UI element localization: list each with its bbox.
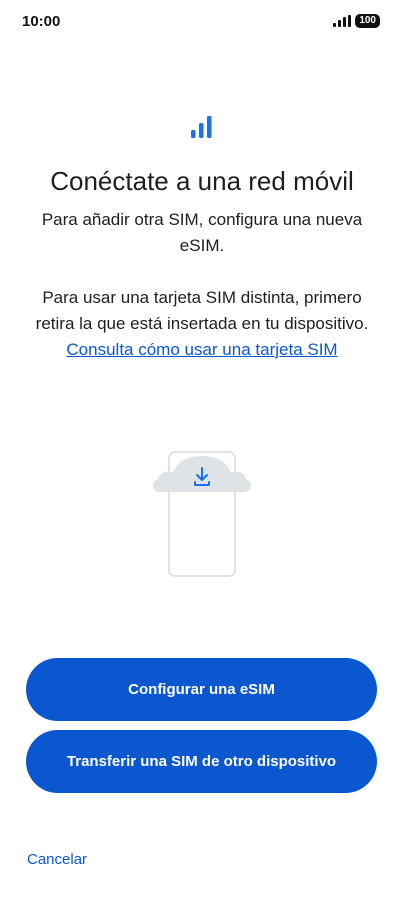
setup-esim-button[interactable]: Configurar una eSIM <box>26 658 377 721</box>
signal-bars-icon <box>191 116 212 138</box>
cloud-download-phone-icon <box>152 451 252 577</box>
sim-help-link[interactable]: Consulta cómo usar una tarjeta SIM <box>66 340 337 359</box>
status-bar: 10:00 100 <box>0 0 404 48</box>
sim-card-instructions: Para usar una tarjeta SIM distinta, prim… <box>35 288 369 333</box>
status-time: 10:00 <box>22 13 61 30</box>
battery-icon: 100 <box>355 14 380 28</box>
signal-icon <box>333 15 352 27</box>
transfer-sim-button[interactable]: Transferir una SIM de otro dispositivo <box>26 730 377 793</box>
sim-card-description: Para usar una tarjeta SIM distinta, prim… <box>26 285 378 363</box>
page-title: Conéctate a una red móvil <box>50 166 354 196</box>
cancel-button[interactable]: Cancelar <box>27 851 87 868</box>
status-icons: 100 <box>333 14 380 28</box>
esim-description: Para añadir otra SIM, configura una nuev… <box>41 210 363 255</box>
